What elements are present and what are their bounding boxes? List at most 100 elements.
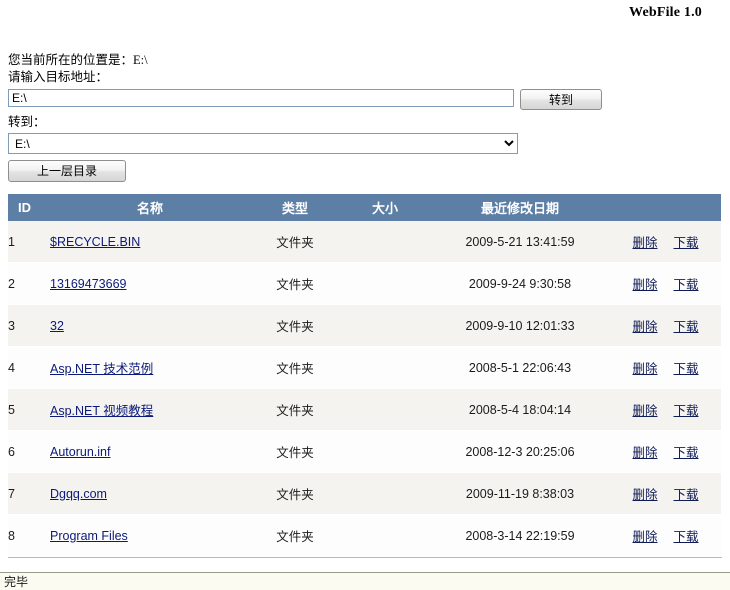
cell-type: 文件夹 (250, 346, 340, 389)
cell-id: 5 (8, 388, 50, 431)
table-row: 8 Program Files 文件夹 2008-3-14 22:19:59 删除 下载 (8, 514, 721, 557)
delete-link[interactable]: 删除 (632, 530, 657, 544)
cell-name: Program Files (50, 514, 250, 557)
delete-link[interactable]: 删除 (632, 320, 657, 334)
drive-select[interactable]: E:\ (8, 133, 518, 154)
table-row: 7 Dgqq.com 文件夹 2009-11-19 8:38:03 删除 下载 (8, 472, 721, 515)
download-link[interactable]: 下载 (674, 362, 699, 376)
cell-size (340, 388, 430, 431)
cell-size (340, 346, 430, 389)
cell-date: 2008-12-3 20:25:06 (430, 430, 610, 473)
download-link[interactable]: 下载 (674, 236, 699, 250)
file-table-head: ID 名称 类型 大小 最近修改日期 (8, 194, 721, 221)
cell-name: $RECYCLE.BIN (50, 221, 250, 263)
column-header-name: 名称 (50, 194, 250, 221)
cell-name: Asp.NET 视频教程 (50, 388, 250, 431)
address-input[interactable] (8, 89, 514, 107)
cell-date: 2008-5-4 18:04:14 (430, 388, 610, 431)
file-table-body: 1 $RECYCLE.BIN 文件夹 2009-5-21 13:41:59 删除 下载 2 1… (8, 221, 721, 557)
cell-name: Autorun.inf (50, 430, 250, 473)
cell-actions: 删除 下载 (610, 514, 721, 557)
delete-link[interactable]: 删除 (632, 278, 657, 292)
cell-size (340, 304, 430, 347)
column-header-actions (610, 194, 721, 221)
download-link[interactable]: 下载 (674, 278, 699, 292)
cell-date: 2009-11-19 8:38:03 (430, 472, 610, 515)
download-link[interactable]: 下载 (674, 404, 699, 418)
status-bar-text: 完毕 (4, 575, 29, 589)
cell-size (340, 514, 430, 557)
cell-id: 4 (8, 346, 50, 389)
cell-type: 文件夹 (250, 262, 340, 305)
file-name-link[interactable]: Dgqq.com (50, 487, 107, 501)
cell-type: 文件夹 (250, 430, 340, 473)
file-name-link[interactable]: Program Files (50, 529, 128, 543)
current-location-value: E:\ (133, 53, 148, 67)
download-link[interactable]: 下载 (674, 446, 699, 460)
column-header-id: ID (8, 194, 50, 221)
table-row: 1 $RECYCLE.BIN 文件夹 2009-5-21 13:41:59 删除 下载 (8, 221, 721, 263)
cell-actions: 删除 下载 (610, 430, 721, 473)
file-name-link[interactable]: 32 (50, 319, 64, 333)
delete-link[interactable]: 删除 (632, 404, 657, 418)
cell-date: 2009-9-10 12:01:33 (430, 304, 610, 347)
cell-actions: 删除 下载 (610, 346, 721, 389)
go-button[interactable]: 转到 (520, 89, 602, 110)
file-name-link[interactable]: 13169473669 (50, 277, 126, 291)
file-name-link[interactable]: Asp.NET 视频教程 (50, 404, 153, 418)
download-link[interactable]: 下载 (674, 530, 699, 544)
cell-actions: 删除 下载 (610, 221, 721, 263)
delete-link[interactable]: 删除 (632, 488, 657, 502)
cell-type: 文件夹 (250, 304, 340, 347)
table-row: 5 Asp.NET 视频教程 文件夹 2008-5-4 18:04:14 删除 下载 (8, 388, 721, 431)
app-title: WebFile 1.0 (629, 5, 702, 20)
cell-size (340, 430, 430, 473)
cell-id: 6 (8, 430, 50, 473)
table-row: 6 Autorun.inf 文件夹 2008-12-3 20:25:06 删除 下载 (8, 430, 721, 473)
file-table: ID 名称 类型 大小 最近修改日期 1 $RECYCLE.BIN 文件夹 2009-… (8, 194, 721, 557)
cell-name: 13169473669 (50, 262, 250, 305)
parent-directory-button[interactable]: 上一层目录 (8, 160, 126, 182)
cell-date: 2008-5-1 22:06:43 (430, 346, 610, 389)
cell-type: 文件夹 (250, 514, 340, 557)
cell-id: 8 (8, 514, 50, 557)
cell-id: 2 (8, 262, 50, 305)
cell-type: 文件夹 (250, 388, 340, 431)
cell-actions: 删除 下载 (610, 262, 721, 305)
address-prompt-label: 请输入目标地址： (8, 70, 109, 84)
cell-type: 文件夹 (250, 221, 340, 263)
delete-link[interactable]: 删除 (632, 446, 657, 460)
cell-name: 32 (50, 304, 250, 347)
cell-id: 1 (8, 221, 50, 263)
browser-status-bar: 完毕 (0, 572, 730, 590)
table-row: 3 32 文件夹 2009-9-10 12:01:33 删除 下载 (8, 304, 721, 347)
file-name-link[interactable]: $RECYCLE.BIN (50, 235, 140, 249)
cell-size (340, 221, 430, 263)
download-link[interactable]: 下载 (674, 320, 699, 334)
table-row: 2 13169473669 文件夹 2009-9-24 9:30:58 删除 下载 (8, 262, 721, 305)
column-header-size: 大小 (340, 194, 430, 221)
navigation-area: 您当前所在的位置是：E:\ 请输入目标地址： 转到 转到： E:\ 上一层目录 (0, 52, 730, 182)
table-row: 4 Asp.NET 技术范例 文件夹 2008-5-1 22:06:43 删除 下载 (8, 346, 721, 389)
cell-date: 2009-9-24 9:30:58 (430, 262, 610, 305)
cell-type: 文件夹 (250, 472, 340, 515)
table-bottom-divider (8, 557, 722, 558)
cell-size (340, 262, 430, 305)
file-table-container: ID 名称 类型 大小 最近修改日期 1 $RECYCLE.BIN 文件夹 2009-… (0, 194, 730, 557)
cell-actions: 删除 下载 (610, 472, 721, 515)
download-link[interactable]: 下载 (674, 488, 699, 502)
cell-date: 2009-5-21 13:41:59 (430, 221, 610, 263)
current-location-label: 您当前所在的位置是： (8, 53, 134, 67)
file-name-link[interactable]: Autorun.inf (50, 445, 110, 459)
file-name-link[interactable]: Asp.NET 技术范例 (50, 362, 153, 376)
cell-actions: 删除 下载 (610, 388, 721, 431)
delete-link[interactable]: 删除 (632, 362, 657, 376)
cell-name: Dgqq.com (50, 472, 250, 515)
cell-date: 2008-3-14 22:19:59 (430, 514, 610, 557)
cell-actions: 删除 下载 (610, 304, 721, 347)
address-row: 转到 (8, 89, 722, 110)
app-header: WebFile 1.0 (0, 0, 730, 26)
delete-link[interactable]: 删除 (632, 236, 657, 250)
goto-label: 转到： (8, 115, 46, 129)
column-header-type: 类型 (250, 194, 340, 221)
